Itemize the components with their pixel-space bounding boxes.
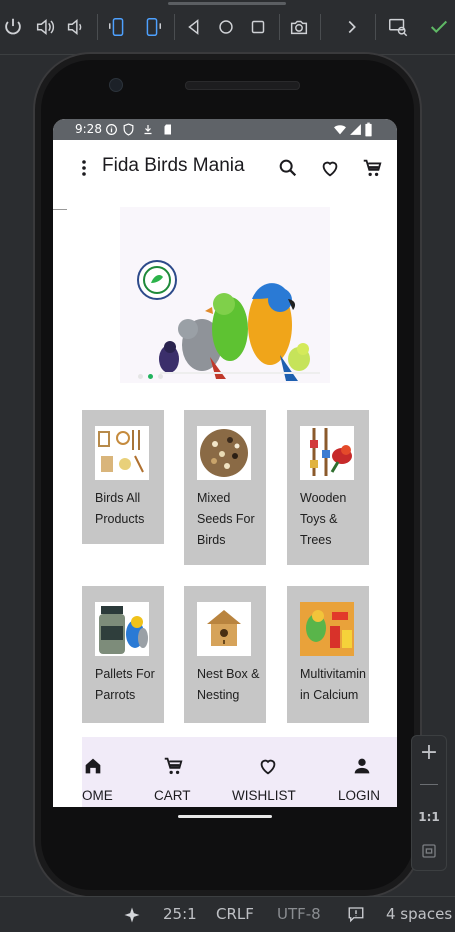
- nav-item-wishlist[interactable]: WISHLIST: [232, 737, 307, 807]
- gesture-bar[interactable]: [178, 815, 272, 818]
- zoom-in-icon[interactable]: +: [412, 740, 446, 765]
- download-icon: [144, 125, 152, 135]
- category-thumbnail: [197, 426, 251, 480]
- camera-icon[interactable]: [288, 16, 310, 38]
- zoom-ratio[interactable]: 1:1: [412, 810, 446, 824]
- power-icon[interactable]: [2, 16, 24, 38]
- toolbar-separator: [174, 14, 175, 40]
- category-card-mixed-seeds[interactable]: Mixed Seeds For Birds: [184, 410, 266, 565]
- info-icon: [106, 124, 117, 135]
- rotate-left-icon[interactable]: [107, 16, 129, 38]
- carousel-dot[interactable]: [158, 374, 163, 379]
- multivitamin-image: [300, 602, 354, 656]
- menu-icon[interactable]: [73, 157, 87, 179]
- category-label: Nest Box & Nesting: [197, 667, 260, 702]
- battery-icon: [365, 122, 372, 137]
- wooden-toy-image: [300, 426, 354, 480]
- cart-icon[interactable]: [361, 157, 383, 179]
- indent-setting[interactable]: 4 spaces: [386, 905, 452, 923]
- nav-label: LOGIN: [338, 788, 381, 803]
- banner-carousel[interactable]: [120, 207, 330, 383]
- cursor-position[interactable]: 25:1: [163, 905, 197, 923]
- cart-icon: [164, 757, 183, 775]
- heart-icon[interactable]: [319, 157, 341, 179]
- seed-mix-image: [200, 429, 248, 477]
- nest-box-image: [207, 610, 241, 646]
- ide-status-bar: 25:1 CRLF UTF-8 4 spaces: [0, 896, 455, 932]
- category-card-birds-all-products[interactable]: Birds All Products: [82, 410, 164, 544]
- carousel-dot-active[interactable]: [148, 374, 153, 379]
- ai-sparkle-icon[interactable]: [123, 906, 141, 924]
- toolbar-separator: [320, 14, 321, 40]
- pallets-jar-image: [99, 606, 148, 654]
- back-icon[interactable]: [183, 16, 205, 38]
- toolbar-separator: [279, 14, 280, 40]
- category-thumbnail: [95, 602, 149, 656]
- category-label: Pallets For Parrots: [95, 667, 155, 702]
- sd-card-icon: [164, 124, 171, 135]
- wifi-icon: [334, 125, 346, 135]
- carousel-dot[interactable]: [138, 374, 143, 379]
- category-card-pallets-for-parrots[interactable]: Pallets For Parrots: [82, 586, 164, 723]
- category-card-nest-box[interactable]: Nest Box & Nesting: [184, 586, 266, 723]
- nav-item-home[interactable]: OME: [82, 737, 142, 807]
- toolbar-drag-handle[interactable]: [168, 2, 286, 5]
- category-card-wooden-toys[interactable]: Wooden Toys & Trees: [287, 410, 369, 565]
- nav-item-login[interactable]: LOGIN: [334, 737, 394, 807]
- person-icon: [354, 758, 370, 774]
- shield-icon: [123, 123, 134, 136]
- category-thumbnail: [197, 602, 251, 656]
- category-thumbnail: [95, 426, 149, 480]
- bottom-navigation: OME CART WISHLIST LOGIN: [82, 737, 397, 807]
- earpiece-speaker: [185, 81, 300, 90]
- parrots-banner-image: [137, 260, 320, 381]
- android-status-bar: 9:28: [53, 119, 397, 140]
- toolbar-separator: [375, 14, 376, 40]
- fit-screen-icon[interactable]: [421, 843, 437, 859]
- device-screen: 9:28 Fida Birds Mania Birds All Products…: [53, 119, 397, 807]
- home-icon: [85, 758, 101, 774]
- nav-item-cart[interactable]: CART: [153, 737, 213, 807]
- emulator-toolbar: [0, 0, 455, 55]
- toolbar-separator: [97, 14, 98, 40]
- category-thumbnail: [300, 426, 354, 480]
- rotate-right-icon[interactable]: [141, 16, 163, 38]
- file-encoding[interactable]: UTF-8: [277, 905, 321, 923]
- check-icon[interactable]: [428, 16, 450, 38]
- page-title: Fida Birds Mania: [102, 155, 245, 176]
- line-ending[interactable]: CRLF: [216, 905, 254, 923]
- front-camera: [109, 78, 123, 92]
- category-label: Mixed Seeds For Birds: [197, 491, 255, 547]
- bird-accessories-image: [98, 430, 144, 473]
- zoom-controls: + 1:1: [411, 735, 447, 871]
- nav-label: OME: [82, 788, 113, 803]
- zoom-out-icon[interactable]: [420, 784, 438, 785]
- signal-icon: [350, 124, 361, 135]
- heart-icon: [260, 759, 276, 775]
- overview-icon[interactable]: [247, 16, 269, 38]
- category-label: Birds All Products: [95, 491, 145, 526]
- volume-down-icon[interactable]: [64, 16, 86, 38]
- nav-label: WISHLIST: [232, 788, 296, 803]
- home-circle-icon[interactable]: [215, 16, 237, 38]
- drawer-edge: [53, 209, 67, 210]
- volume-up-icon[interactable]: [34, 16, 56, 38]
- chevron-right-icon[interactable]: [341, 16, 363, 38]
- app-bar: Fida Birds Mania: [53, 140, 397, 196]
- nav-label: CART: [154, 788, 191, 803]
- search-icon[interactable]: [277, 157, 299, 179]
- category-card-multivitamin[interactable]: Multivitamin in Calcium: [287, 586, 369, 723]
- comment-icon[interactable]: [347, 905, 365, 923]
- category-thumbnail: [300, 602, 354, 656]
- category-label: Multivitamin in Calcium: [300, 667, 366, 702]
- status-time: 9:28: [75, 122, 102, 136]
- category-label: Wooden Toys & Trees: [300, 491, 347, 547]
- device-inspector-icon[interactable]: [387, 16, 409, 38]
